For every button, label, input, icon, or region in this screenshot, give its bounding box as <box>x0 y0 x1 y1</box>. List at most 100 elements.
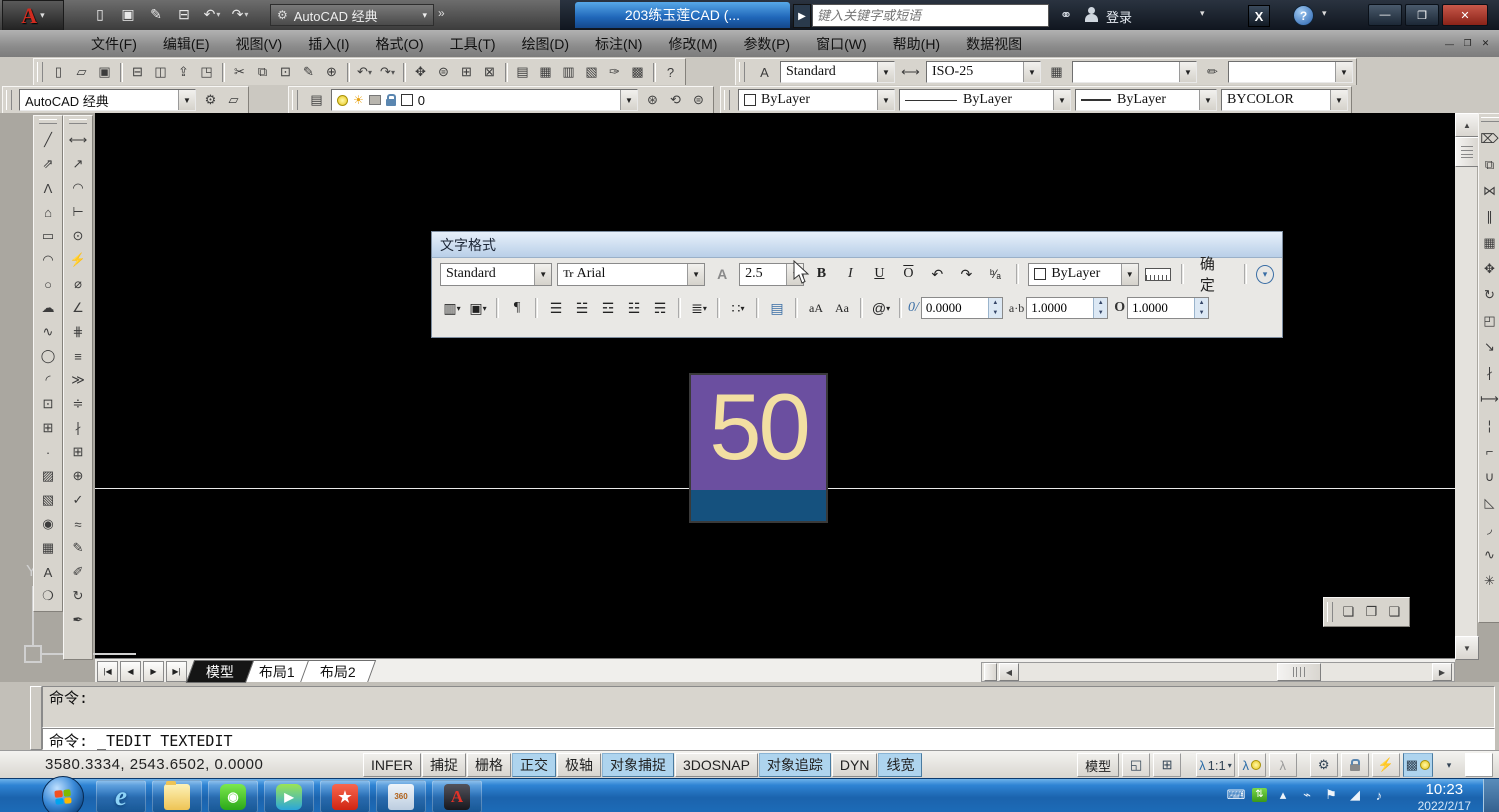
erase-icon[interactable]: ⌦ <box>1480 126 1499 152</box>
isolate-objects-button[interactable]: ▩ <box>1403 753 1433 777</box>
zoom-previous-icon[interactable]: ⊠ <box>478 61 501 84</box>
text-style-icon[interactable]: A <box>753 61 776 84</box>
make-object-layer-current-icon[interactable]: ⊛ <box>641 89 664 112</box>
chevron-down-icon[interactable]: ▼ <box>1179 62 1196 82</box>
chevron-down-icon[interactable]: ▼ <box>620 90 637 110</box>
menu-item[interactable]: 数据视图 <box>953 30 1035 57</box>
extend-icon[interactable]: ⟼ <box>1480 386 1499 412</box>
quick-dimension-icon[interactable]: ⋕ <box>67 320 89 344</box>
maximize-button[interactable]: ❐ <box>1405 4 1439 26</box>
menu-item[interactable]: 窗口(W) <box>803 30 880 57</box>
chevron-down-icon[interactable]: ▼ <box>1335 62 1352 82</box>
rotate-icon[interactable]: ↻ <box>1480 282 1499 308</box>
explode-icon[interactable]: ✳ <box>1480 568 1499 594</box>
object-color-dropdown[interactable]: ByLayer ▼ <box>738 89 895 111</box>
aligned-dimension-icon[interactable]: ↗ <box>67 152 89 176</box>
quickcalc-icon[interactable]: ▩ <box>626 61 649 84</box>
toolbar-grip[interactable] <box>39 119 57 124</box>
pan-icon[interactable]: ✥ <box>409 61 432 84</box>
text-style-dropdown[interactable]: Standard ▼ <box>780 61 895 83</box>
toolbar-grip[interactable] <box>69 119 87 124</box>
toolbar-lock-icon[interactable] <box>1341 753 1369 777</box>
ok-button[interactable]: 确定 <box>1193 262 1235 286</box>
arc-length-dimension-icon[interactable]: ◠ <box>67 176 89 200</box>
status-toggle-button[interactable]: 3DOSNAP <box>675 753 758 777</box>
multileader-style-icon[interactable]: ✏ <box>1201 61 1224 84</box>
show-desktop-button[interactable] <box>1483 779 1499 812</box>
chevron-down-icon[interactable]: ▼ <box>534 264 551 285</box>
toolbar-grip[interactable] <box>739 62 745 82</box>
baseline-dimension-icon[interactable]: ≡ <box>67 344 89 368</box>
hatch-icon[interactable]: ▨ <box>37 464 59 488</box>
workspace-gear-icon[interactable]: ⚙ <box>1310 753 1338 777</box>
chevron-down-icon[interactable]: ▼ <box>1199 90 1216 110</box>
align-left-icon[interactable]: ☰ <box>544 296 568 320</box>
plot-icon[interactable]: ⊟ <box>172 3 196 25</box>
help-arrow-icon[interactable]: ▾ <box>1322 8 1327 19</box>
multileader-style-dropdown[interactable]: ▼ <box>1228 61 1353 83</box>
properties-icon[interactable]: ▤ <box>511 61 534 84</box>
revision-cloud-icon[interactable]: ☁ <box>37 296 59 320</box>
clean-screen-button[interactable] <box>1465 753 1493 777</box>
quick-view-layouts-icon[interactable]: ◱ <box>1122 753 1150 777</box>
match-properties-icon[interactable]: ✎ <box>297 61 320 84</box>
status-toggle-button[interactable]: 对象追踪 <box>759 753 831 777</box>
chevron-down-icon[interactable]: ▼ <box>1053 90 1070 110</box>
region-icon[interactable]: ◉ <box>37 512 59 536</box>
inspect-dimension-icon[interactable]: ✓ <box>67 488 89 512</box>
offset-icon[interactable]: ∥ <box>1480 204 1499 230</box>
oblique-angle-stepper[interactable]: 0.0000 ▲▼ <box>921 297 1003 319</box>
scale-icon[interactable]: ◰ <box>1480 308 1499 334</box>
block-editor-icon[interactable]: ⊕ <box>320 61 343 84</box>
overline-button[interactable]: O <box>896 262 920 286</box>
taskbar-clock[interactable]: 10:23 2022/2/17 <box>1418 782 1471 812</box>
menu-item[interactable]: 文件(F) <box>78 30 150 57</box>
ordinate-dimension-icon[interactable]: ⊢ <box>67 200 89 224</box>
status-toggle-button[interactable]: DYN <box>832 753 878 777</box>
dimension-style-icon[interactable]: ⟷ <box>899 61 922 84</box>
polygon-icon[interactable]: ⌂ <box>37 200 59 224</box>
signin-arrow-icon[interactable]: ▾ <box>1200 8 1205 19</box>
menu-item[interactable]: 帮助(H) <box>880 30 953 57</box>
center-mark-icon[interactable]: ⊕ <box>67 464 89 488</box>
spinner-arrows[interactable]: ▲▼ <box>1093 298 1107 318</box>
workspace-settings-icon[interactable]: ⚙ <box>199 89 222 112</box>
point-icon[interactable]: · <box>37 440 59 464</box>
spinner-arrows[interactable]: ▲▼ <box>1194 298 1208 318</box>
chevron-down-icon[interactable]: ▼ <box>1023 62 1040 82</box>
layer-previous-icon[interactable]: ⟲ <box>664 89 687 112</box>
layer-dropdown[interactable]: ☀ 0 ▼ <box>331 89 638 111</box>
quick-view-drawings-icon[interactable]: ⊞ <box>1153 753 1181 777</box>
toolbar-grip[interactable] <box>1481 117 1499 122</box>
redo-icon[interactable]: ↷ <box>228 3 252 25</box>
line-spacing-button[interactable]: ≣▾ <box>687 296 711 320</box>
toolbar-grip[interactable] <box>6 90 12 110</box>
autocad-taskbar-icon[interactable]: A <box>432 780 482 812</box>
status-toggle-button[interactable]: INFER <box>363 753 421 777</box>
layer-lock-icon[interactable] <box>386 99 396 106</box>
dimension-update-icon[interactable]: ↻ <box>67 584 89 608</box>
tool-palettes-icon[interactable]: ▥ <box>557 61 580 84</box>
status-toggle-button[interactable]: 极轴 <box>557 753 601 777</box>
options-menu-button[interactable]: ▾ <box>1256 265 1274 284</box>
layer-plot-icon[interactable] <box>369 95 381 105</box>
gradient-icon[interactable]: ▧ <box>37 488 59 512</box>
menu-item[interactable]: 编辑(E) <box>150 30 223 57</box>
video-player-icon[interactable]: ▶ <box>264 780 314 812</box>
array-icon[interactable]: ▦ <box>1480 230 1499 256</box>
menu-item[interactable]: 绘图(D) <box>509 30 582 57</box>
layer-properties-icon[interactable]: ▤ <box>305 89 328 112</box>
add-selected-icon[interactable]: ❍ <box>37 584 59 608</box>
layout-tab[interactable]: 布局2 <box>300 660 376 683</box>
align-center-icon[interactable]: ☱ <box>570 296 594 320</box>
close-button[interactable]: ✕ <box>1442 4 1488 26</box>
copy-object-icon[interactable]: ⧉ <box>1480 152 1499 178</box>
scroll-right-button[interactable]: ▶ <box>1432 663 1452 681</box>
zip360-icon[interactable]: 360 <box>376 780 426 812</box>
doc-restore-button[interactable]: ❐ <box>1460 37 1475 50</box>
dimension-style-icon[interactable]: ✒ <box>67 608 89 632</box>
lowercase-button[interactable]: Aa <box>830 296 854 320</box>
layer-states-icon[interactable]: ⊜ <box>687 89 710 112</box>
scroll-down-button[interactable]: ▼ <box>1455 636 1479 660</box>
annotation-autoscale-icon[interactable]: λ <box>1269 753 1297 777</box>
